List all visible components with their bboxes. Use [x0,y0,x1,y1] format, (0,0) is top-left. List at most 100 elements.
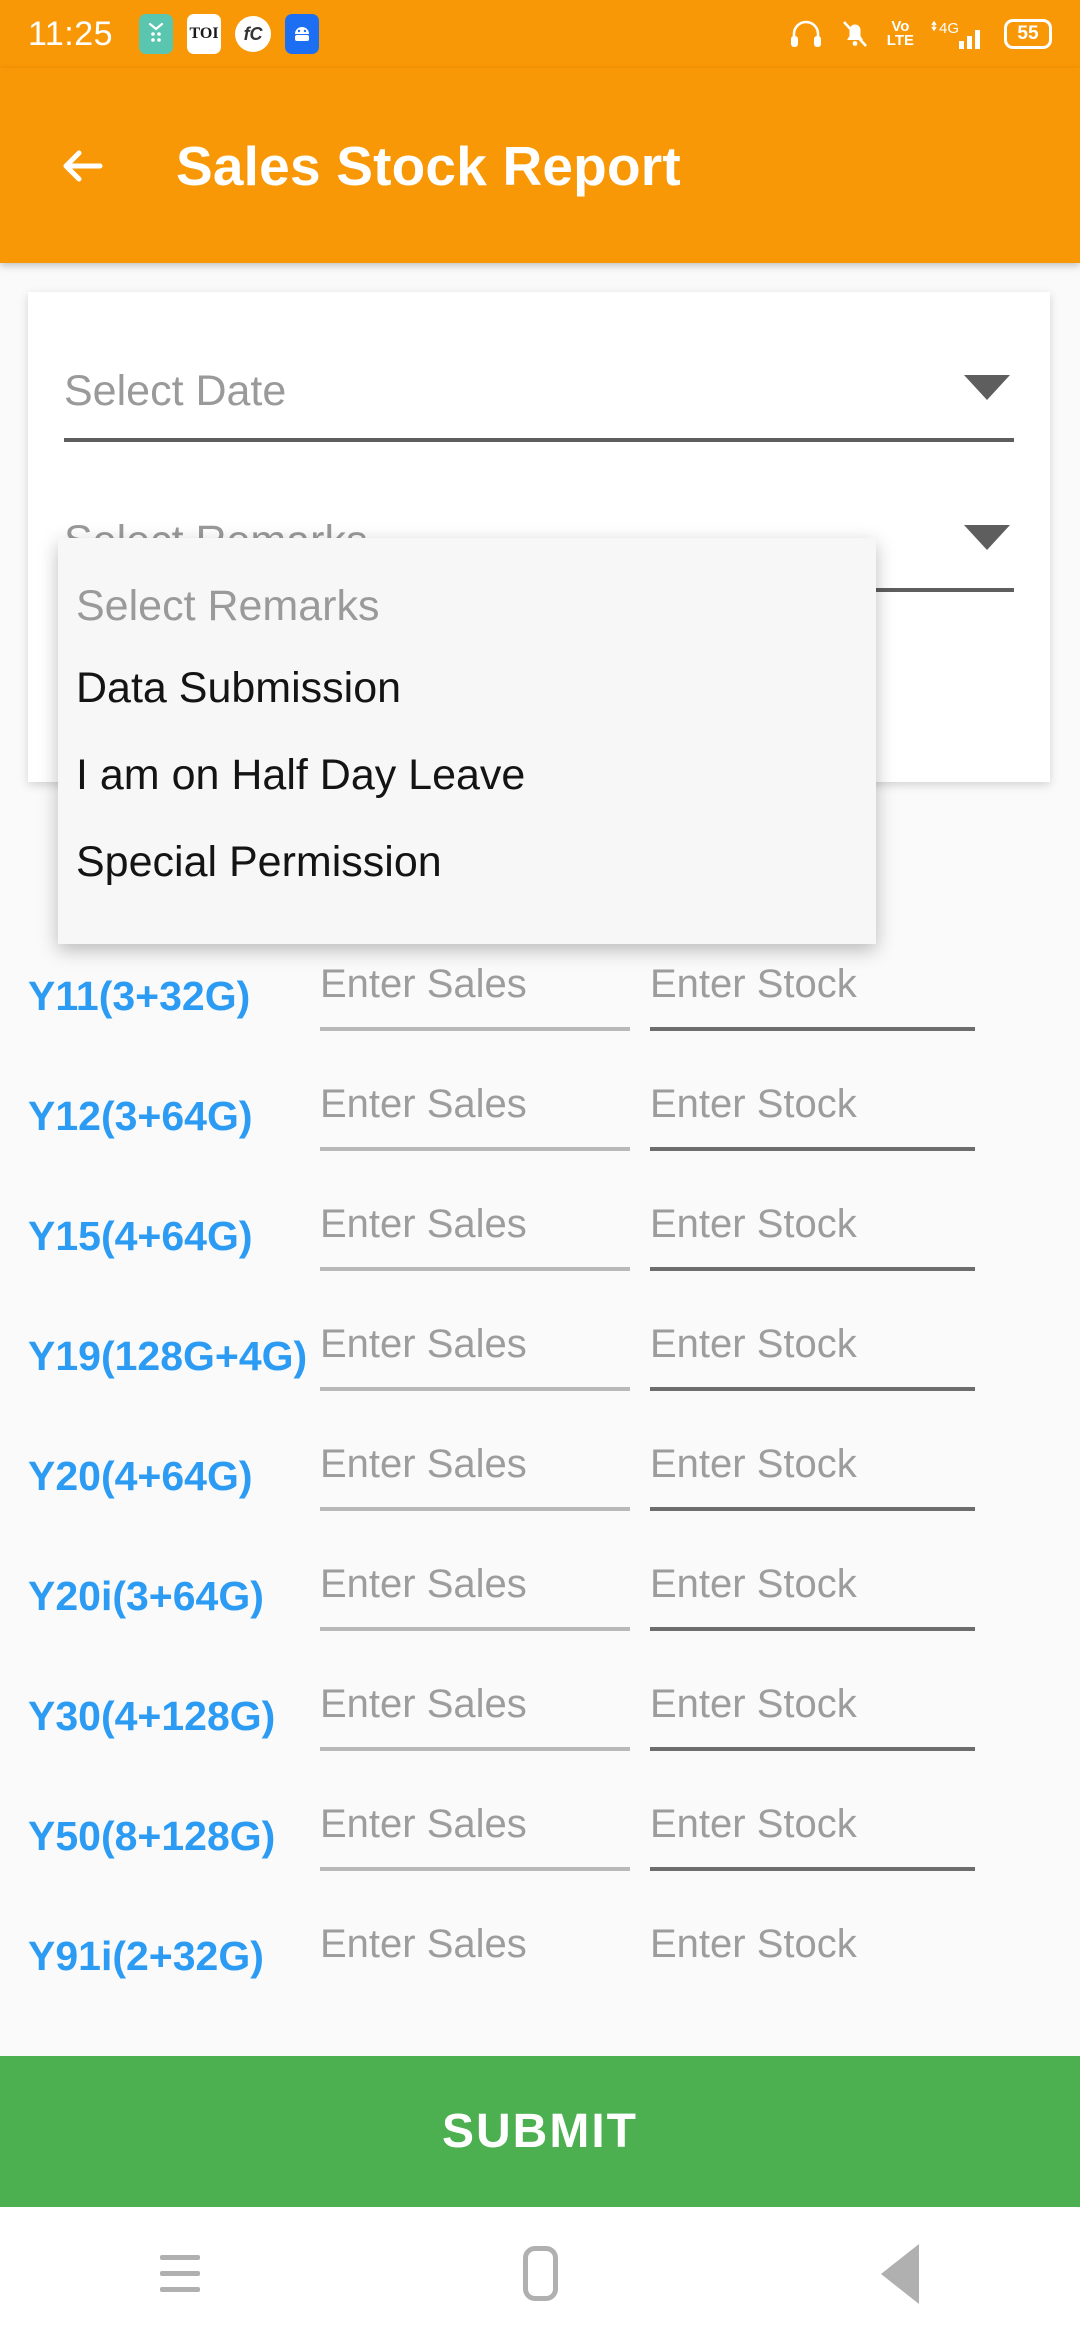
stock-placeholder: Enter Stock [650,1921,857,1966]
app-icon-fc: fC [235,16,272,52]
stock-placeholder: Enter Stock [650,1321,857,1366]
home-square [522,2246,558,2301]
sales-placeholder: Enter Sales [320,1801,527,1846]
select-date-label: Select Date [64,367,287,415]
sales-input[interactable]: Enter Sales [320,1922,630,1991]
stock-placeholder: Enter Stock [650,1681,857,1726]
sales-input[interactable]: Enter Sales [320,1682,630,1751]
product-name: Y12(3+64G) [28,1093,253,1139]
app-bar: Sales Stock Report [0,68,1080,263]
stock-input[interactable]: Enter Stock [650,1082,975,1151]
app-icon-android [285,14,320,54]
input-underline [320,1266,630,1271]
product-name: Y50(8+128G) [28,1813,276,1859]
stock-input[interactable]: Enter Stock [650,1442,975,1511]
stock-input[interactable]: Enter Stock [650,1202,975,1271]
menu-icon[interactable] [120,2229,240,2319]
sales-placeholder: Enter Sales [320,1081,527,1126]
sales-input[interactable]: Enter Sales [320,1322,630,1391]
sales-placeholder: Enter Sales [320,1681,527,1726]
table-row: Y91i(2+32G) Enter Sales Enter Stock [0,1916,1080,1996]
status-system-icons: Vo LTE 4G 55 [789,17,1052,51]
input-underline [650,1626,975,1631]
table-row: Y30(4+128G) Enter Sales Enter Stock [0,1676,1080,1756]
select-date-field[interactable]: Select Date [64,292,1014,442]
input-underline [320,1746,630,1751]
volte-icon: Vo LTE [886,18,914,49]
input-underline [320,1386,630,1391]
sales-placeholder: Enter Sales [320,1201,527,1246]
headphones-icon [789,18,823,50]
table-row: Y15(4+64G) Enter Sales Enter Stock [0,1196,1080,1276]
remarks-dropdown-popup[interactable]: Select Remarks Data Submission I am on Ha… [58,538,876,944]
input-underline [650,1146,975,1151]
sales-placeholder: Enter Sales [320,1441,527,1486]
stock-input[interactable]: Enter Stock [650,1322,975,1391]
table-row: Y11(3+32G) Enter Sales Enter Stock [0,956,1080,1036]
stock-placeholder: Enter Stock [650,1081,857,1126]
sales-input[interactable]: Enter Sales [320,1202,630,1271]
sales-input[interactable]: Enter Sales [320,1442,630,1511]
system-navigation-bar [0,2207,1080,2340]
dropdown-option-list: Data Submission I am on Half Day Leave Spe… [58,645,876,906]
input-underline [650,1866,975,1871]
battery-indicator: 55 [1004,19,1052,49]
status-bar: 11:25 TOI fC Vo LTE 4G 55 [0,0,1080,68]
input-underline [320,1506,630,1511]
product-name: Y19(128G+4G) [28,1333,308,1379]
back-icon[interactable] [840,2229,960,2319]
page-title: Sales Stock Report [176,134,681,197]
product-name: Y15(4+64G) [28,1213,253,1259]
chevron-down-icon[interactable] [964,375,1010,400]
stock-input[interactable]: Enter Stock [650,1682,975,1751]
input-underline [320,1146,630,1151]
stock-placeholder: Enter Stock [650,1441,857,1486]
input-underline [650,1386,975,1391]
input-underline [650,1266,975,1271]
stock-input[interactable]: Enter Stock [650,1802,975,1871]
sales-input[interactable]: Enter Sales [320,1802,630,1871]
product-name: Y11(3+32G) [28,973,251,1019]
signal-4g-icon: 4G [931,17,987,51]
back-triangle [881,2243,919,2304]
table-row: Y50(8+128G) Enter Sales Enter Stock [0,1796,1080,1876]
dropdown-option[interactable]: Special Permission [58,819,876,906]
stock-placeholder: Enter Stock [650,1561,857,1606]
product-table: Y11(3+32G) Enter Sales Enter Stock Y12(3+64… [0,944,1080,2056]
back-arrow-icon[interactable] [52,135,114,197]
table-row: Y12(3+64G) Enter Sales Enter Stock [0,1076,1080,1156]
sales-input[interactable]: Enter Sales [320,1082,630,1151]
stock-placeholder: Enter Stock [650,1801,857,1846]
table-row: Y20(4+64G) Enter Sales Enter Stock [0,1436,1080,1516]
svg-text:4G: 4G [939,20,959,37]
product-name: Y20(4+64G) [28,1453,253,1499]
home-icon[interactable] [480,2229,600,2319]
input-underline [320,1626,630,1631]
stock-input[interactable]: Enter Stock [650,962,975,1031]
app-icon-teal [139,14,174,54]
stock-placeholder: Enter Stock [650,961,857,1006]
input-underline [650,1746,975,1751]
stock-input[interactable]: Enter Stock [650,1562,975,1631]
sales-input[interactable]: Enter Sales [320,962,630,1031]
sales-placeholder: Enter Sales [320,1921,527,1966]
product-name: Y30(4+128G) [28,1693,276,1739]
sales-placeholder: Enter Sales [320,1561,527,1606]
product-name: Y20i(3+64G) [28,1573,264,1619]
stock-placeholder: Enter Stock [650,1201,857,1246]
stock-input[interactable]: Enter Stock [650,1922,975,1991]
hamburger-lines [160,2255,200,2292]
bell-off-icon [840,18,870,50]
status-notification-icons: TOI fC [139,14,320,54]
dropdown-option[interactable]: I am on Half Day Leave [58,732,876,819]
chevron-down-icon[interactable] [964,525,1010,550]
sales-placeholder: Enter Sales [320,1321,527,1366]
dropdown-option[interactable]: Data Submission [58,645,876,732]
dropdown-hint: Select Remarks [76,582,380,630]
table-row: Y20i(3+64G) Enter Sales Enter Stock [0,1556,1080,1636]
product-name: Y91i(2+32G) [28,1933,264,1979]
sales-input[interactable]: Enter Sales [320,1562,630,1631]
input-underline [650,1026,975,1031]
sales-placeholder: Enter Sales [320,961,527,1006]
submit-button[interactable]: SUBMIT [0,2056,1080,2207]
